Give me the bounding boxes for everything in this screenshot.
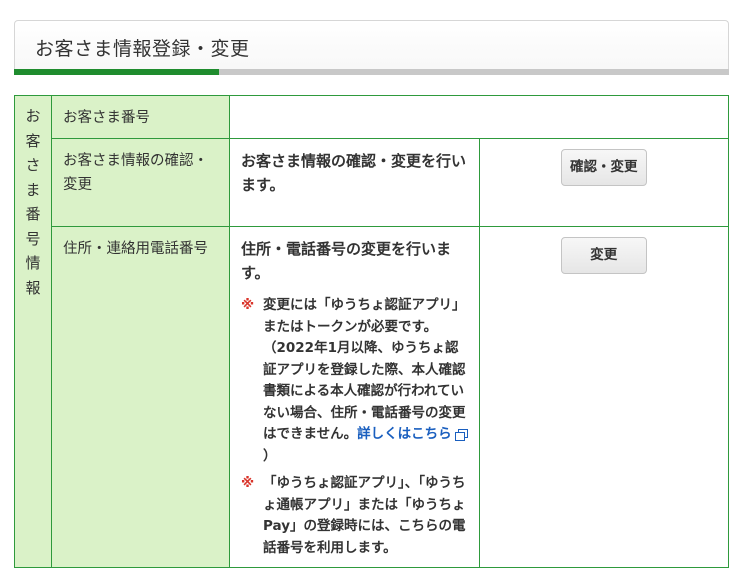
page-title-box: お客さま情報登録・変更 <box>14 20 729 74</box>
row-label: お客さま番号 <box>63 110 150 126</box>
note-text: 変更には「ゆうちょ認証アプリ」またはトークンが必要です。（2022年1月以降、ゆ… <box>263 297 466 442</box>
note-text: 「ゆうちょ認証アプリ」、「ゆうちょ通帳アプリ」または「ゆうちょPay」の登録時に… <box>263 475 466 556</box>
row-label: お客さま情報の確認・変更 <box>63 153 208 193</box>
table-row: 住所・連絡用電話番号 住所・電話番号の変更を行います。 ※ 変更には「ゆうちょ認… <box>15 226 729 568</box>
row-header-address-phone: 住所・連絡用電話番号 <box>51 226 230 568</box>
note-mark: ※ <box>241 297 255 313</box>
title-underline <box>14 69 729 75</box>
customer-number-value <box>229 95 729 139</box>
row-action-cell: 確認・変更 <box>478 138 729 227</box>
table-row: お客さま番号情報 お客さま番号 <box>14 95 729 568</box>
customer-info-table: お客さま番号情報 お客さま番号 お客さま情報の確認・変更 お客さま情報の確認・変… <box>14 95 729 568</box>
confirm-change-button[interactable]: 確認・変更 <box>560 149 647 186</box>
row-header-customer-info: お客さま情報の確認・変更 <box>51 138 230 227</box>
details-link[interactable]: 詳しくはこちら <box>357 426 468 442</box>
address-phone-description: 住所・電話番号の変更を行います。 ※ 変更には「ゆうちょ認証アプリ」またはトーク… <box>229 226 480 568</box>
note-mark: ※ <box>241 475 255 491</box>
page-title: お客さま情報登録・変更 <box>35 38 250 60</box>
external-link-icon <box>454 429 468 441</box>
note-item: ※ 「ゆうちょ認証アプリ」、「ゆうちょ通帳アプリ」または「ゆうちょPay」の登録… <box>241 473 469 559</box>
note-text-after: ） <box>263 447 277 464</box>
row-label: 住所・連絡用電話番号 <box>63 241 208 257</box>
group-label: お客さま番号情報 <box>25 107 41 297</box>
row-description: お客さま情報の確認・変更を行います。 <box>241 152 467 194</box>
title-underline-accent <box>14 69 219 75</box>
note-item: ※ 変更には「ゆうちょ認証アプリ」またはトークンが必要です。（2022年1月以降… <box>241 295 469 467</box>
table-row: お客さま情報の確認・変更 お客さま情報の確認・変更を行います。 確認・変更 <box>15 138 729 227</box>
row-action-cell: 変更 <box>478 226 729 568</box>
group-header-cell: お客さま番号情報 <box>14 95 52 568</box>
customer-info-description: お客さま情報の確認・変更を行います。 <box>229 138 480 227</box>
change-button[interactable]: 変更 <box>560 237 647 274</box>
row-description: 住所・電話番号の変更を行います。 <box>241 240 452 282</box>
row-header-customer-number: お客さま番号 <box>51 95 230 139</box>
